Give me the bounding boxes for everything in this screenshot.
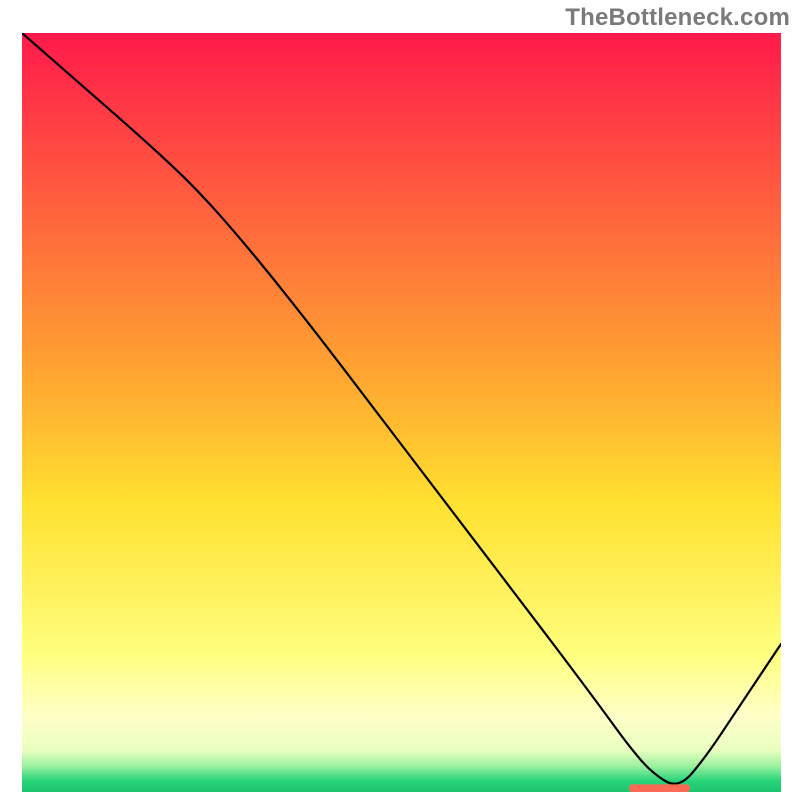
marker-layer: [22, 33, 781, 792]
chart-stage: TheBottleneck.com: [0, 0, 800, 800]
watermark-text: TheBottleneck.com: [565, 4, 790, 32]
optimal-range-marker: [629, 784, 690, 792]
plot-area: [22, 33, 781, 792]
